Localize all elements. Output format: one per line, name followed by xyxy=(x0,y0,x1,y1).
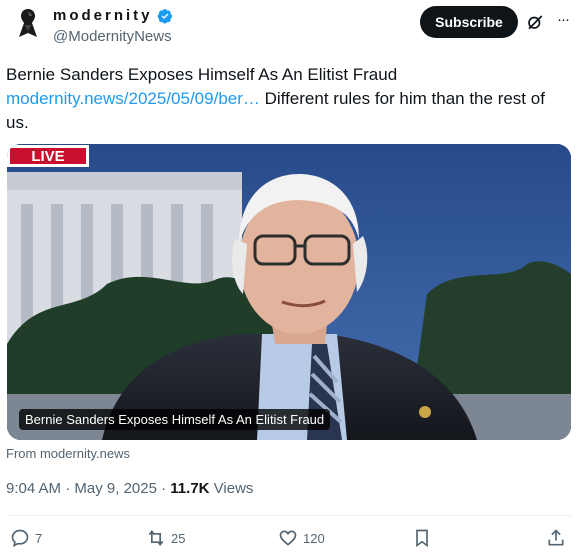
news-video-still xyxy=(7,144,571,440)
grok-icon[interactable] xyxy=(526,13,544,31)
post-metadata: 9:04 AM · May 9, 2025 · 11.7K Views xyxy=(6,480,253,497)
reply-count: 7 xyxy=(35,530,43,546)
link-card-image[interactable]: LIVE Bernie Sanders Exposes Himself As A… xyxy=(7,144,571,440)
views-count: 11.7K xyxy=(170,480,210,497)
post-date[interactable]: May 9, 2025 xyxy=(74,480,157,497)
reply-icon xyxy=(11,529,29,548)
author-handle[interactable]: @ModernityNews xyxy=(53,28,172,45)
verified-badge-icon xyxy=(157,8,172,23)
action-bar: 7 25 120 xyxy=(0,528,580,554)
repost-count: 25 xyxy=(171,530,186,546)
reply-button[interactable]: 7 xyxy=(10,528,42,548)
meta-separator: · xyxy=(156,480,171,497)
link-card-caption: Bernie Sanders Exposes Himself As An Eli… xyxy=(19,409,331,430)
bookmark-button[interactable] xyxy=(412,528,437,548)
post-time[interactable]: 9:04 AM xyxy=(6,480,61,497)
share-button[interactable] xyxy=(546,528,571,548)
share-icon xyxy=(548,529,564,546)
post-link[interactable]: modernity.news/2025/05/09/ber… xyxy=(6,89,260,108)
avatar[interactable] xyxy=(8,3,48,43)
author-display-name[interactable]: modernity xyxy=(53,7,153,24)
divider xyxy=(6,515,572,516)
more-icon[interactable]: ··· xyxy=(554,11,572,29)
author-name-row[interactable]: modernity xyxy=(53,7,173,24)
bookmark-icon xyxy=(416,529,428,548)
eagle-silhouette-icon xyxy=(19,9,37,37)
subscribe-button[interactable]: Subscribe xyxy=(420,6,518,38)
post-title: Bernie Sanders Exposes Himself As An Eli… xyxy=(6,65,398,84)
link-card-source[interactable]: From modernity.news xyxy=(6,446,130,461)
repost-icon xyxy=(148,529,164,547)
meta-separator: · xyxy=(61,480,75,497)
repost-button[interactable]: 25 xyxy=(146,528,185,548)
heart-icon xyxy=(279,530,297,546)
views-label: Views xyxy=(213,480,254,497)
like-button[interactable]: 120 xyxy=(278,528,325,548)
post-text: Bernie Sanders Exposes Himself As An Eli… xyxy=(6,63,566,135)
like-count: 120 xyxy=(303,530,325,546)
live-badge-text: LIVE xyxy=(31,148,64,165)
live-badge: LIVE xyxy=(7,145,89,167)
